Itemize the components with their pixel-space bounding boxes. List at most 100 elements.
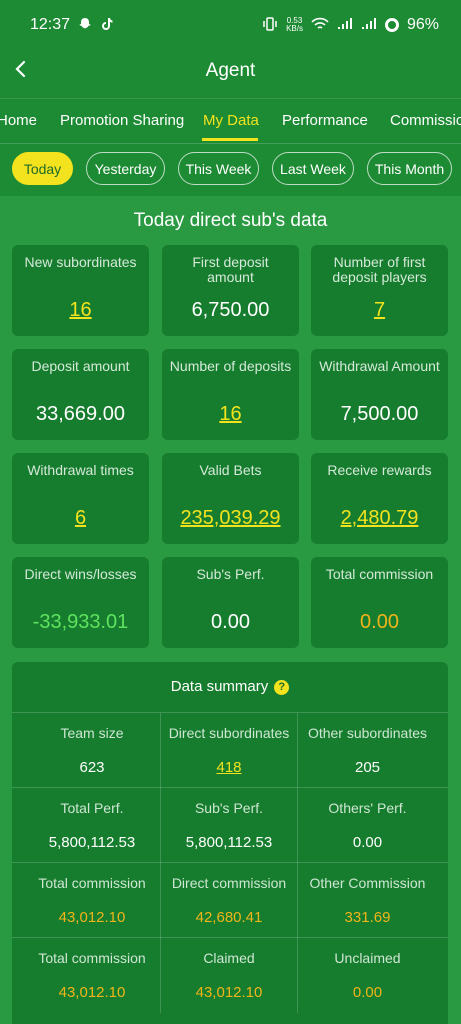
card-label: Withdrawal Amount: [319, 358, 440, 374]
tab-promotion-sharing[interactable]: Promotion Sharing: [60, 112, 184, 129]
card-direct-wins-losses: Direct wins/losses -33,933.01: [12, 557, 149, 648]
summary-value: 43,012.10: [58, 984, 126, 1001]
card-withdrawal-amount: Withdrawal Amount 7,500.00: [311, 349, 448, 440]
period-selector: Today Yesterday This Week Last Week This…: [0, 152, 461, 190]
card-label: New subordinates: [24, 254, 137, 270]
card-new-subordinates: New subordinates 16: [12, 245, 149, 336]
summary-label: Total Perf.: [60, 800, 124, 816]
summary-value: 623: [79, 759, 105, 776]
summary-other-commission: Other Commission 331.69: [299, 863, 436, 938]
data-panel: Today direct sub's data New subordinates…: [0, 196, 461, 1024]
summary-value: 331.69: [344, 909, 391, 926]
card-value[interactable]: 6: [12, 507, 149, 530]
tab-performance[interactable]: Performance: [282, 112, 368, 129]
summary-direct-subordinates: Direct subordinates 418: [161, 713, 298, 788]
card-value: 6,750.00: [191, 299, 270, 321]
period-this-week[interactable]: This Week: [178, 152, 259, 185]
summary-header: Data summary?: [12, 678, 448, 695]
card-receive-rewards: Receive rewards 2,480.79: [311, 453, 448, 544]
battery-percent: 96%: [406, 16, 439, 33]
summary-direct-commission: Direct commission 42,680.41: [161, 863, 298, 938]
wifi-icon: [311, 17, 329, 34]
summary-other-subordinates: Other subordinates 205: [299, 713, 436, 788]
summary-value: 205: [354, 759, 381, 776]
summary-label: Other Commission: [309, 875, 426, 891]
summary-row: Total commission 43,012.10 Claimed 43,01…: [12, 937, 448, 1013]
card-label: Sub's Perf.: [196, 566, 265, 582]
tab-commission[interactable]: Commission: [390, 112, 461, 129]
summary-unclaimed: Unclaimed 0.00: [299, 938, 436, 1013]
card-value: 0.00: [360, 611, 399, 633]
summary-total-commission: Total commission 43,012.10: [24, 863, 161, 938]
card-label: Valid Bets: [199, 462, 262, 478]
summary-value: 0.00: [352, 984, 383, 1001]
vibrate-icon: [262, 16, 278, 34]
summary-value: 5,800,112.53: [48, 834, 136, 851]
summary-label: Other subordinates: [307, 725, 428, 741]
card-withdrawal-times: Withdrawal times 6: [12, 453, 149, 544]
summary-row: Total Perf. 5,800,112.53 Sub's Perf. 5,8…: [12, 787, 448, 863]
card-label: Total commission: [325, 566, 434, 582]
app-header: Agent: [0, 50, 461, 94]
summary-label: Unclaimed: [334, 950, 401, 966]
card-deposit-amount: Deposit amount 33,669.00: [12, 349, 149, 440]
summary-subs-perf: Sub's Perf. 5,800,112.53: [161, 788, 298, 863]
card-subs-perf: Sub's Perf. 0.00: [162, 557, 299, 648]
card-value: -33,933.01: [32, 611, 129, 633]
card-value[interactable]: 16: [12, 299, 149, 322]
data-summary: Data summary? Team size 623 Direct subor…: [12, 662, 448, 1024]
tab-home[interactable]: Home: [0, 112, 37, 129]
tiktok-icon: [100, 17, 114, 34]
card-value[interactable]: 7: [311, 299, 448, 322]
summary-value: 5,800,112.53: [185, 834, 273, 851]
summary-label: Total commission: [38, 950, 146, 966]
agent-tabs: Home Promotion Sharing My Data Performan…: [0, 98, 461, 144]
card-value[interactable]: 16: [162, 403, 299, 426]
card-value: 7,500.00: [340, 403, 419, 425]
summary-label: Others' Perf.: [328, 800, 407, 816]
summary-value: 43,012.10: [58, 909, 126, 926]
help-icon[interactable]: ?: [274, 680, 290, 695]
summary-label: Direct subordinates: [168, 725, 290, 741]
summary-label: Direct commission: [171, 875, 287, 891]
card-value[interactable]: 235,039.29: [162, 507, 299, 530]
card-label: Deposit amount: [31, 358, 130, 374]
network-speed-unit: KB/s: [286, 24, 303, 33]
summary-label: Team size: [60, 725, 124, 741]
card-first-deposit-players: Number of first deposit players 7: [311, 245, 448, 336]
battery-icon: [384, 18, 399, 32]
summary-value: 0.00: [352, 834, 383, 851]
tab-my-data[interactable]: My Data: [203, 112, 259, 129]
summary-total-commission-claim: Total commission 43,012.10: [24, 938, 161, 1013]
signal-icon: [337, 17, 353, 34]
summary-value[interactable]: 418: [161, 759, 297, 776]
card-value: 0.00: [211, 611, 250, 633]
active-tab-indicator: [202, 138, 258, 141]
period-today[interactable]: Today: [12, 152, 73, 185]
period-yesterday[interactable]: Yesterday: [86, 152, 165, 185]
summary-label: Total commission: [38, 875, 146, 891]
summary-total-perf: Total Perf. 5,800,112.53: [24, 788, 161, 863]
card-total-commission: Total commission 0.00: [311, 557, 448, 648]
snapchat-icon: [78, 17, 92, 34]
card-number-of-deposits: Number of deposits 16: [162, 349, 299, 440]
summary-value: 42,680.41: [195, 909, 263, 926]
network-speed: 0.53 KB/s: [286, 17, 303, 33]
card-label: First deposit amount: [192, 254, 269, 285]
card-value[interactable]: 2,480.79: [311, 507, 448, 530]
summary-row: Team size 623 Direct subordinates 418 Ot…: [12, 712, 448, 788]
card-first-deposit-amount: First deposit amount 6,750.00: [162, 245, 299, 336]
summary-label: Claimed: [203, 950, 255, 966]
summary-others-perf: Others' Perf. 0.00: [299, 788, 436, 863]
section-title: Today direct sub's data: [133, 210, 328, 231]
card-label: Number of first deposit players: [332, 254, 427, 285]
clock: 12:37: [30, 16, 71, 33]
card-label: Withdrawal times: [27, 462, 134, 478]
card-label: Direct wins/losses: [24, 566, 137, 582]
page-title: Agent: [205, 60, 256, 81]
card-label: Receive rewards: [327, 462, 432, 478]
period-this-month[interactable]: This Month: [367, 152, 452, 185]
period-last-week[interactable]: Last Week: [272, 152, 354, 185]
card-value: 33,669.00: [36, 403, 125, 425]
card-valid-bets: Valid Bets 235,039.29: [162, 453, 299, 544]
